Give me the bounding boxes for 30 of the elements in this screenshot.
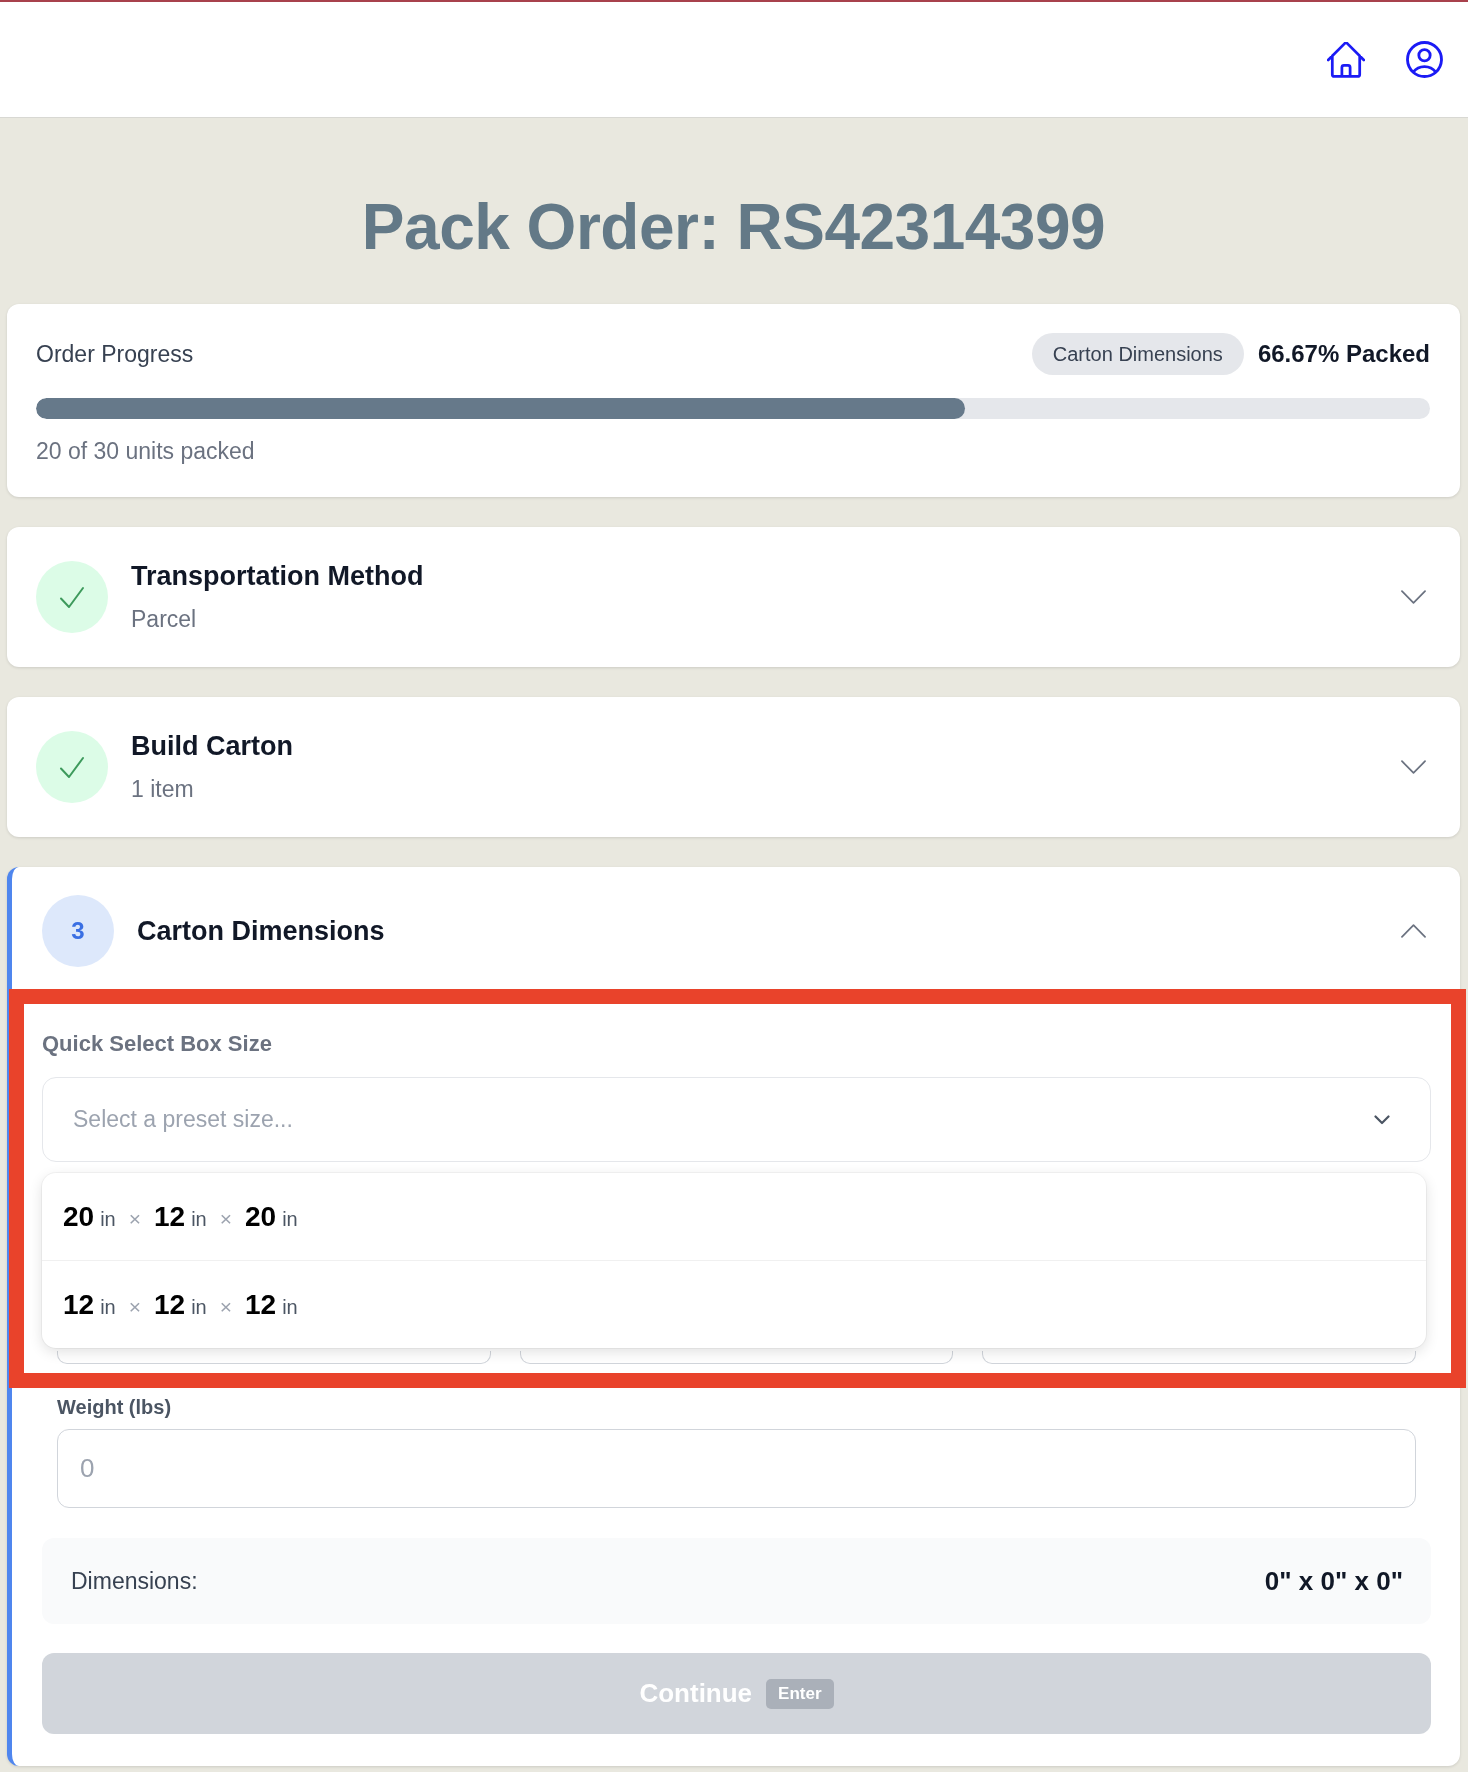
dimensions-label: Dimensions: xyxy=(71,1567,198,1595)
home-icon[interactable] xyxy=(1327,41,1365,78)
dimension-input-field[interactable] xyxy=(519,1351,954,1364)
keyboard-shortcut: Enter xyxy=(766,1678,834,1709)
user-account-icon[interactable] xyxy=(1406,41,1443,78)
chevron-up-icon[interactable] xyxy=(1401,924,1426,938)
step-number: 3 xyxy=(42,895,114,967)
step-title: Carton Dimensions xyxy=(137,916,385,946)
progress-title: Order Progress xyxy=(36,340,194,368)
dimensions-value: 0" x 0" x 0" xyxy=(1264,1565,1403,1597)
step-summary: 1 item xyxy=(131,775,194,803)
step-title: Build Carton xyxy=(131,731,293,761)
dimension-input-field[interactable] xyxy=(57,1351,491,1364)
page-title: Pack Order: RS42314399 xyxy=(360,190,1107,265)
dimension-input-field[interactable] xyxy=(982,1351,1416,1364)
preset-size-option[interactable]: 20 in × 12 in × 20 in xyxy=(42,1173,1426,1260)
check-circle-icon xyxy=(36,731,108,803)
quick-select-label: Quick Select Box Size xyxy=(42,1031,272,1057)
chevron-down-icon[interactable] xyxy=(1401,760,1426,774)
step-summary: Parcel xyxy=(131,605,197,633)
current-step-tag: Carton Dimensions xyxy=(1031,333,1244,375)
check-circle-icon xyxy=(36,561,108,633)
chevron-down-icon xyxy=(1374,1114,1390,1125)
percent-packed: 66.67% Packed xyxy=(1257,340,1430,368)
weight-input[interactable]: 0 xyxy=(57,1429,1416,1508)
weight-label: Weight (lbs) xyxy=(57,1395,172,1419)
step-title: Transportation Method xyxy=(131,561,424,591)
chevron-down-icon[interactable] xyxy=(1401,590,1426,604)
preset-size-option[interactable]: 12 in × 12 in × 12 in xyxy=(42,1260,1426,1348)
units-packed-caption: 20 of 30 units packed xyxy=(36,438,255,464)
